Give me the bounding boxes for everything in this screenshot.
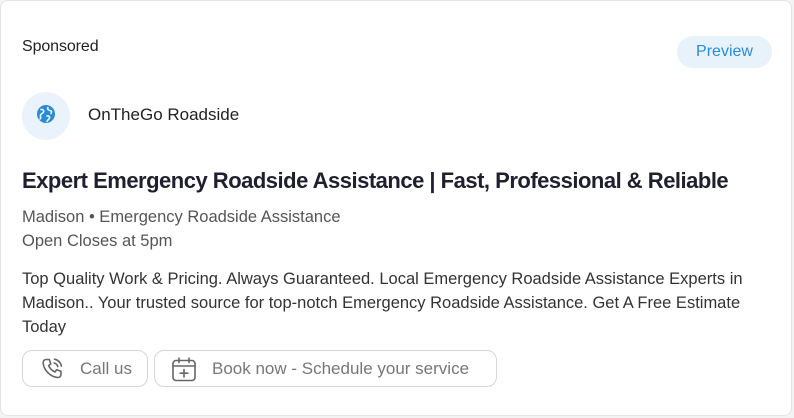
book-now-label: Book now - Schedule your service [212, 358, 470, 378]
ad-hours-line: Open Closes at 5pm [22, 232, 173, 250]
globe-icon [36, 104, 56, 129]
preview-button[interactable]: Preview [677, 36, 772, 68]
advertiser-avatar [22, 92, 70, 140]
book-now-button[interactable]: Book now - Schedule your service [154, 350, 497, 387]
calendar-add-icon [170, 355, 198, 383]
ad-location-line: Madison • Emergency Roadside Assistance [22, 208, 341, 226]
advertiser-name[interactable]: OnTheGo Roadside [88, 105, 239, 125]
sponsored-label: Sponsored [22, 38, 99, 55]
ad-description: Top Quality Work & Pricing. Always Guara… [22, 270, 743, 336]
call-us-button[interactable]: Call us [22, 350, 148, 387]
call-us-label: Call us [80, 358, 132, 378]
ad-headline[interactable]: Expert Emergency Roadside Assistance | F… [22, 168, 729, 194]
sponsored-ad-card: Sponsored Preview OnTheGo Roadside Exper… [0, 0, 792, 416]
phone-icon [38, 355, 66, 383]
